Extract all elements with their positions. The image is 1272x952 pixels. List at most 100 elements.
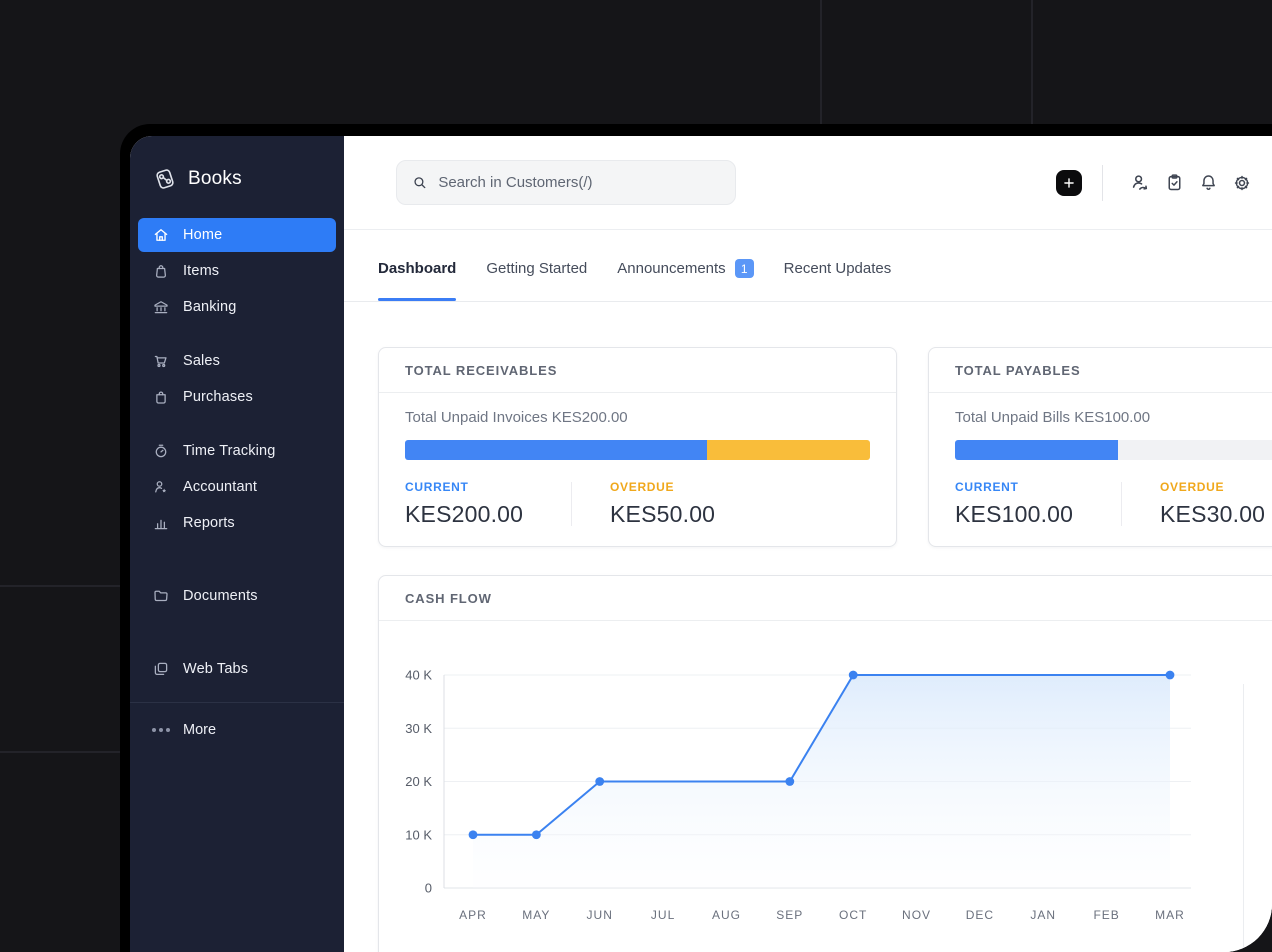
dashboard-tabbar: Dashboard Getting Started Announcements … bbox=[344, 230, 1272, 302]
sidebar-item-label: Banking bbox=[183, 299, 237, 315]
card-title: CASH FLOW bbox=[405, 590, 492, 606]
tab-label: Recent Updates bbox=[783, 260, 892, 277]
app-title: Books bbox=[188, 168, 242, 189]
tab-recent-updates[interactable]: Recent Updates bbox=[784, 236, 892, 301]
sidebar-item-label: Items bbox=[183, 263, 220, 279]
card-title: TOTAL PAYABLES bbox=[955, 362, 1081, 378]
current-bar-segment bbox=[955, 440, 1118, 460]
current-label: CURRENT bbox=[955, 480, 1019, 494]
search-input[interactable] bbox=[438, 174, 721, 191]
sidebar-item-documents[interactable]: Documents bbox=[138, 579, 336, 613]
overdue-value: KES50.00 bbox=[610, 501, 716, 527]
background-seam bbox=[1031, 0, 1033, 124]
purchases-bag-icon bbox=[156, 391, 166, 404]
sidebar: Books Home Items Banking Sales Purchases… bbox=[130, 136, 344, 952]
svg-text:NOV: NOV bbox=[902, 908, 931, 922]
sidebar-item-items[interactable]: Items bbox=[138, 254, 336, 288]
sidebar-item-label: Time Tracking bbox=[183, 443, 276, 459]
unpaid-invoices-text: Total Unpaid Invoices KES200.00 bbox=[405, 409, 628, 426]
svg-text:JAN: JAN bbox=[1030, 908, 1056, 922]
overdue-label: OVERDUE bbox=[1160, 480, 1225, 494]
current-bar-segment bbox=[405, 440, 708, 460]
sidebar-divider bbox=[130, 702, 344, 703]
svg-text:0: 0 bbox=[425, 881, 432, 896]
svg-text:FEB: FEB bbox=[1093, 908, 1119, 922]
card-title: TOTAL RECEIVABLES bbox=[405, 362, 558, 378]
sidebar-item-reports[interactable]: Reports bbox=[138, 506, 336, 540]
sales-cart-icon bbox=[154, 355, 167, 368]
sidebar-item-more[interactable]: More bbox=[130, 713, 344, 747]
topbar bbox=[344, 136, 1272, 230]
tab-dashboard[interactable]: Dashboard bbox=[378, 236, 457, 301]
sidebar-item-web-tabs[interactable]: Web Tabs bbox=[138, 652, 336, 686]
sidebar-item-label: Accountant bbox=[183, 479, 258, 495]
app-logo: Books bbox=[130, 136, 344, 200]
referral-user-icon bbox=[1132, 174, 1148, 190]
svg-text:JUN: JUN bbox=[587, 908, 613, 922]
books-logo-icon bbox=[156, 169, 174, 189]
accountant-icon bbox=[155, 481, 167, 493]
sidebar-item-label: Home bbox=[183, 227, 223, 243]
svg-text:MAR: MAR bbox=[1155, 908, 1185, 922]
sidebar-item-banking[interactable]: Banking bbox=[138, 290, 336, 324]
background-seam bbox=[820, 0, 822, 124]
settings-button[interactable] bbox=[1225, 166, 1259, 200]
time-tracking-icon bbox=[155, 444, 167, 458]
referral-button[interactable] bbox=[1123, 166, 1157, 200]
global-search[interactable] bbox=[396, 160, 736, 205]
sidebar-item-label: Sales bbox=[183, 353, 221, 369]
svg-text:20 K: 20 K bbox=[405, 774, 432, 789]
sidebar-item-label: More bbox=[183, 722, 217, 738]
svg-text:APR: APR bbox=[459, 908, 487, 922]
tab-getting-started[interactable]: Getting Started bbox=[486, 236, 587, 301]
overdue-bar-segment bbox=[707, 440, 870, 460]
sidebar-item-label: Purchases bbox=[183, 389, 253, 405]
documents-folder-icon bbox=[154, 590, 168, 602]
plus-icon bbox=[1064, 177, 1074, 188]
svg-text:MAY: MAY bbox=[522, 908, 550, 922]
cash-flow-card: CASH FLOW 0 10 K 20 K 30 K 40 K APR MAY JUN JUL A… bbox=[378, 575, 1272, 952]
svg-text:DEC: DEC bbox=[966, 908, 994, 922]
clipboard-check-icon bbox=[1168, 174, 1180, 191]
current-value: KES100.00 bbox=[955, 501, 1074, 527]
svg-text:OCT: OCT bbox=[839, 908, 867, 922]
tab-label: Getting Started bbox=[486, 260, 588, 277]
svg-text:30 K: 30 K bbox=[405, 721, 432, 736]
total-payables-card: TOTAL PAYABLES Total Unpaid Bills KES100… bbox=[928, 347, 1272, 547]
svg-text:10 K: 10 K bbox=[405, 827, 432, 842]
payables-progress-bar bbox=[955, 440, 1272, 460]
notifications-button[interactable] bbox=[1191, 166, 1225, 200]
current-label: CURRENT bbox=[405, 480, 469, 494]
svg-text:AUG: AUG bbox=[712, 908, 741, 922]
search-icon bbox=[414, 177, 426, 189]
unpaid-bills-text: Total Unpaid Bills KES100.00 bbox=[955, 409, 1151, 426]
current-value: KES200.00 bbox=[405, 501, 524, 527]
web-tabs-icon bbox=[154, 662, 168, 676]
sidebar-item-label: Documents bbox=[183, 588, 258, 604]
tab-label: Dashboard bbox=[378, 260, 457, 277]
sidebar-item-accountant[interactable]: Accountant bbox=[138, 470, 336, 504]
sidebar-nav: Home Items Banking Sales Purchases Time … bbox=[130, 200, 344, 686]
items-icon bbox=[156, 265, 166, 278]
sidebar-item-sales[interactable]: Sales bbox=[138, 344, 336, 378]
cash-flow-chart: 0 10 K 20 K 30 K 40 K APR MAY JUN JUL AUG SEP OCT NO… bbox=[379, 621, 1272, 952]
tab-announcements[interactable]: Announcements 1 bbox=[617, 236, 754, 301]
overdue-value: KES30.00 bbox=[1160, 501, 1266, 527]
total-receivables-card: TOTAL RECEIVABLES Total Unpaid Invoices … bbox=[378, 347, 897, 547]
tasks-button[interactable] bbox=[1157, 166, 1191, 200]
receivables-progress-bar bbox=[405, 440, 870, 460]
tab-label: Announcements bbox=[617, 260, 726, 277]
banking-icon bbox=[154, 301, 168, 314]
sidebar-item-purchases[interactable]: Purchases bbox=[138, 380, 336, 414]
quick-add-button[interactable] bbox=[1056, 169, 1082, 196]
sidebar-item-time-tracking[interactable]: Time Tracking bbox=[138, 434, 336, 468]
background-seam bbox=[0, 585, 120, 587]
notification-bell-icon bbox=[1201, 175, 1215, 190]
app-window: Books Home Items Banking Sales Purchases… bbox=[120, 124, 1272, 952]
topbar-divider bbox=[1102, 164, 1103, 201]
announcements-badge: 1 bbox=[734, 259, 754, 278]
svg-text:40 K: 40 K bbox=[405, 668, 432, 683]
sidebar-item-home[interactable]: Home bbox=[138, 218, 336, 252]
svg-text:JUL: JUL bbox=[651, 908, 675, 922]
settings-gear-icon bbox=[1234, 175, 1250, 190]
